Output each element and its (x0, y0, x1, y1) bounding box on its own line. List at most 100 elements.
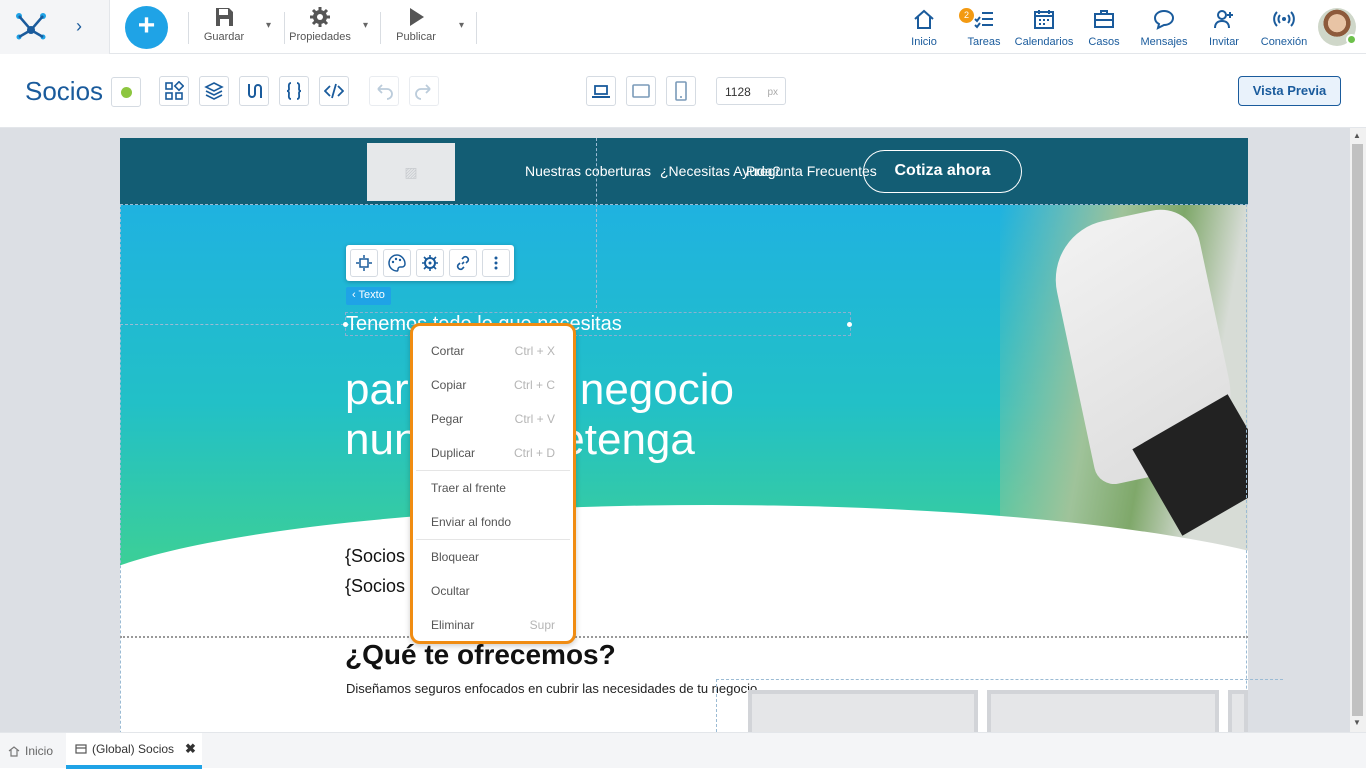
site-logo-placeholder[interactable]: ▨ (367, 143, 455, 201)
menu-item-shortcut: Ctrl + X (514, 344, 555, 358)
nav-conexion[interactable]: Conexión (1258, 8, 1310, 48)
logo-area: › (0, 0, 110, 54)
play-icon (410, 8, 424, 26)
undo-button[interactable] (369, 76, 399, 106)
menu-item-label: Enviar al fondo (431, 515, 512, 529)
menu-item-cortar[interactable]: Cortar Ctrl + X (413, 334, 573, 368)
laptop-icon (592, 85, 610, 98)
tab-bar: Inicio (Global) Socios ✖ (0, 732, 1366, 769)
nav-mensajes-label: Mensajes (1140, 36, 1188, 48)
top-bar: › + Guardar ▾ Propiedades ▾ Publicar ▾ I… (0, 0, 1366, 54)
layers-button[interactable] (199, 76, 229, 106)
editor-toolbar: Socios 1128 px Vista Previa (0, 54, 1366, 128)
layers-icon (204, 82, 224, 100)
tab-label: (Global) Socios (92, 742, 175, 756)
code-braces-button[interactable] (279, 76, 309, 106)
menu-item-shortcut: Supr (529, 618, 555, 632)
tab-inicio[interactable]: Inicio (8, 733, 64, 769)
menu-item-enviar-al-fondo[interactable]: Enviar al fondo (413, 505, 573, 539)
components-icon (165, 81, 184, 100)
menu-item-label: Eliminar (431, 618, 475, 632)
canvas-width-input[interactable]: 1128 px (716, 77, 786, 105)
nav-mensajes[interactable]: Mensajes (1138, 8, 1190, 48)
mobile-view-button[interactable] (666, 76, 696, 106)
socios-field[interactable]: {Socios (345, 576, 405, 597)
element-toolbar (346, 245, 514, 281)
nav-invitar-label: Invitar (1209, 36, 1239, 48)
settings-button[interactable] (416, 249, 444, 277)
cotiza-button[interactable]: Cotiza ahora (863, 150, 1022, 193)
site-nav-link[interactable]: Pregunta Frecuentes (746, 163, 877, 179)
link-button[interactable] (449, 249, 477, 277)
divider (188, 12, 189, 44)
menu-item-copiar[interactable]: Copiar Ctrl + C (413, 368, 573, 402)
code-icon (324, 83, 344, 99)
nav-tareas[interactable]: 2 Tareas (959, 8, 1004, 48)
tab-global-socios[interactable]: (Global) Socios ✖ (66, 733, 202, 769)
selected-element-tag-label: Texto (358, 289, 385, 301)
avatar[interactable] (1318, 8, 1357, 46)
publish-button[interactable]: Publicar (392, 6, 440, 48)
site-header[interactable]: ▨ Nuestras coberturas ¿Necesitas Ayuda? … (120, 138, 1248, 205)
more-options-button[interactable] (482, 249, 510, 277)
html-code-button[interactable] (319, 76, 349, 106)
properties-button[interactable]: Propiedades (288, 6, 352, 48)
chevron-down-icon[interactable]: ▾ (459, 20, 464, 31)
desktop-view-button[interactable] (586, 76, 616, 106)
menu-item-ocultar[interactable]: Ocultar (413, 574, 573, 608)
socios-field[interactable]: {Socios (345, 546, 405, 567)
nav-inicio[interactable]: Inicio (904, 8, 944, 48)
nav-calendarios[interactable]: Calendarios (1014, 8, 1074, 48)
scrollbar-thumb[interactable] (1352, 144, 1363, 716)
redo-icon (415, 84, 431, 100)
tab-label: Inicio (25, 744, 54, 758)
nav-tareas-label: Tareas (967, 36, 1001, 48)
guide-line (120, 204, 121, 732)
redo-button[interactable] (409, 76, 439, 106)
app-logo-icon[interactable] (14, 10, 48, 42)
menu-item-label: Traer al frente (431, 481, 506, 495)
tablet-view-button[interactable] (626, 76, 656, 106)
gear-icon (422, 255, 438, 271)
page-icon (75, 744, 87, 754)
save-button[interactable]: Guardar (199, 6, 249, 48)
section-subtitle[interactable]: Diseñamos seguros enfocados en cubrir la… (346, 681, 757, 696)
guide-line (120, 204, 1248, 205)
hero-photo (1000, 205, 1248, 555)
menu-item-bloquear[interactable]: Bloquear (413, 540, 573, 574)
menu-item-traer-al-frente[interactable]: Traer al frente (413, 471, 573, 505)
flow-button[interactable] (239, 76, 269, 106)
menu-item-pegar[interactable]: Pegar Ctrl + V (413, 402, 573, 436)
preview-button[interactable]: Vista Previa (1238, 76, 1341, 106)
undo-icon (377, 84, 393, 100)
menu-item-shortcut: Ctrl + D (513, 446, 555, 460)
vertical-scrollbar[interactable]: ▲ ▼ (1350, 128, 1366, 732)
selected-element-tag[interactable]: ‹ Texto (346, 287, 391, 305)
menu-item-eliminar[interactable]: Eliminar Supr (413, 608, 573, 642)
home-icon (8, 746, 20, 757)
menu-item-label: Copiar (431, 378, 467, 392)
move-button[interactable] (350, 249, 378, 277)
site-nav-link[interactable]: Nuestras coberturas (525, 163, 651, 179)
menu-item-shortcut: Ctrl + C (513, 378, 555, 392)
briefcase-icon (1094, 10, 1114, 28)
close-icon[interactable]: ✖ (185, 741, 196, 757)
scroll-up-icon[interactable]: ▲ (1353, 131, 1361, 140)
nav-invitar[interactable]: Invitar (1204, 8, 1244, 48)
status-indicator[interactable] (111, 77, 141, 107)
components-button[interactable] (159, 76, 189, 106)
add-button[interactable]: + (125, 6, 168, 49)
nav-casos[interactable]: Casos (1086, 8, 1122, 48)
flow-icon (248, 84, 262, 98)
section-divider (120, 636, 1248, 638)
resize-handle[interactable] (847, 322, 852, 327)
chevron-down-icon[interactable]: ▾ (363, 20, 368, 31)
menu-item-label: Cortar (431, 344, 465, 358)
style-button[interactable] (383, 249, 411, 277)
scroll-down-icon[interactable]: ▼ (1353, 718, 1361, 727)
tablet-icon (632, 84, 650, 98)
calendar-icon (1034, 10, 1054, 29)
chevron-right-icon[interactable]: › (76, 16, 92, 36)
menu-item-duplicar[interactable]: Duplicar Ctrl + D (413, 436, 573, 470)
chevron-down-icon[interactable]: ▾ (266, 20, 271, 31)
